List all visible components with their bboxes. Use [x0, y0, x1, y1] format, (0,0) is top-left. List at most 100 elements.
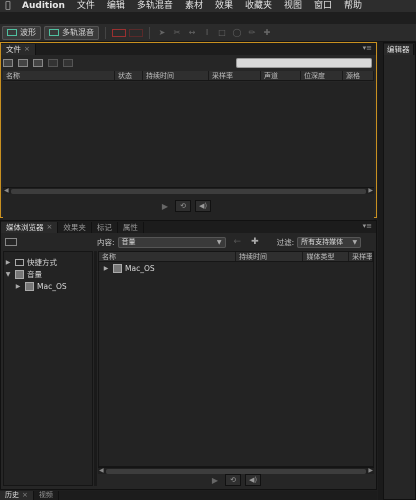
time-selection-tool-icon[interactable]: I: [201, 28, 213, 38]
menu-multitrack[interactable]: 多轨混音: [131, 0, 179, 12]
menu-file[interactable]: 文件: [71, 0, 101, 12]
tree-item-shortcuts[interactable]: ▶ 快捷方式: [4, 256, 92, 268]
menu-clip[interactable]: 素材: [179, 0, 209, 12]
content-label: 内容:: [97, 237, 115, 247]
scroll-right-icon[interactable]: ▶: [368, 467, 373, 474]
tab-properties[interactable]: 属性: [118, 222, 144, 233]
files-preview-controls: ▶ ⟲ ◀): [159, 200, 211, 212]
column-header-bit-depth[interactable]: 位深度: [301, 71, 343, 80]
column-header-duration[interactable]: 持续时间: [236, 252, 304, 261]
media-list-header: 名称 持续时间 媒体类型 采样率: [99, 252, 373, 262]
slip-tool-icon[interactable]: ↔: [186, 28, 198, 38]
editor-panel: 编辑器: [383, 42, 416, 500]
close-icon[interactable]: ×: [22, 491, 28, 500]
list-item[interactable]: ▶ Mac_OS: [99, 262, 373, 274]
toolbar-divider: [149, 26, 150, 39]
media-content-bar: 内容: 音量 ▼ ← ✚ 过滤: 所有支持媒体 ▼: [1, 235, 376, 249]
apple-icon[interactable]: : [0, 1, 16, 11]
loop-icon[interactable]: ⟲: [225, 474, 241, 486]
import-file-icon[interactable]: [18, 59, 28, 67]
toolbar-divider: [105, 26, 106, 39]
column-header-media-type[interactable]: 媒体类型: [303, 252, 350, 261]
chevron-down-icon: ▼: [216, 238, 222, 246]
media-browser-panel: 媒体浏览器 × 效果夹 标记 属性 ▾≡ 内容: 音量 ▼ ← ✚ 过滤: 所有…: [0, 220, 377, 490]
move-tool-icon[interactable]: ➤: [156, 28, 168, 38]
multitrack-icon: [49, 29, 59, 36]
tree-item-mac-os[interactable]: ▶ Mac_OS: [4, 280, 92, 292]
column-header-sample-rate[interactable]: 采样率: [349, 252, 373, 261]
close-icon[interactable]: ×: [47, 222, 53, 233]
tab-markers[interactable]: 标记: [92, 222, 118, 233]
column-header-status[interactable]: 状态: [115, 71, 143, 80]
tree-item-label: Mac_OS: [37, 281, 67, 291]
drive-icon[interactable]: [5, 238, 17, 246]
waveform-view-button[interactable]: 波形: [2, 25, 41, 40]
menu-help[interactable]: 帮助: [338, 0, 368, 12]
files-horizontal-scrollbar[interactable]: ◀ ▶: [3, 187, 374, 194]
panel-menu-icon[interactable]: ▾≡: [363, 222, 372, 230]
tree-item-volumes[interactable]: ▼ 音量: [4, 268, 92, 280]
bottom-panel-tabbar: 历史 × 视频: [0, 491, 377, 500]
tree-list-splitter[interactable]: [94, 251, 97, 486]
column-header-source-format[interactable]: 源格: [343, 71, 374, 80]
spectral-frequency-icon[interactable]: [112, 28, 126, 37]
panel-menu-icon[interactable]: ▾≡: [363, 44, 372, 52]
expand-triangle-icon[interactable]: ▶: [14, 283, 22, 290]
new-file-icon[interactable]: [33, 59, 43, 67]
scroll-left-icon[interactable]: ◀: [4, 187, 9, 194]
filter-label: 过滤:: [276, 237, 295, 247]
tab-video[interactable]: 视频: [34, 491, 59, 500]
media-horizontal-scrollbar[interactable]: ◀ ▶: [98, 467, 374, 474]
tab-editor[interactable]: 编辑器: [384, 44, 414, 55]
razor-tool-icon[interactable]: ✂: [171, 28, 183, 38]
tab-history[interactable]: 历史 ×: [0, 491, 34, 500]
play-icon[interactable]: ▶: [209, 476, 221, 485]
tab-effects-rack[interactable]: 效果夹: [58, 222, 92, 233]
tab-media-browser-label: 媒体浏览器: [6, 223, 44, 232]
filter-dropdown[interactable]: 所有支持媒体 ▼: [297, 236, 362, 248]
column-header-name[interactable]: 名称: [3, 71, 115, 80]
column-header-duration[interactable]: 持续时间: [143, 71, 209, 80]
menu-app-name[interactable]: Audition: [16, 0, 71, 12]
spectral-pitch-icon[interactable]: [129, 28, 143, 37]
volume-icon[interactable]: ◀): [195, 200, 211, 212]
spot-healing-tool-icon[interactable]: ✚: [261, 28, 273, 38]
filter-dropdown-value: 所有支持媒体: [301, 238, 344, 246]
multitrack-view-button[interactable]: 多轨混音: [44, 25, 99, 40]
tab-media-browser[interactable]: 媒体浏览器 ×: [1, 222, 59, 233]
chevron-down-icon: ▼: [352, 238, 358, 246]
column-header-sample-rate[interactable]: 采样率: [209, 71, 261, 80]
files-search-input[interactable]: [236, 58, 372, 68]
column-header-name[interactable]: 名称: [99, 252, 236, 261]
menu-edit[interactable]: 编辑: [101, 0, 131, 12]
play-icon[interactable]: ▶: [159, 202, 171, 211]
tab-files[interactable]: 文件 ×: [1, 44, 36, 55]
collapse-triangle-icon[interactable]: ▼: [4, 271, 12, 278]
brush-tool-icon[interactable]: ✏: [246, 28, 258, 38]
media-preview-controls: ▶ ⟲ ◀): [209, 474, 261, 486]
menu-favorites[interactable]: 收藏夹: [239, 0, 278, 12]
lasso-tool-icon[interactable]: ◯: [231, 28, 243, 38]
scrollbar-thumb[interactable]: [11, 189, 366, 194]
insert-into-multitrack-icon[interactable]: [48, 59, 58, 67]
expand-triangle-icon[interactable]: ▶: [4, 259, 12, 266]
editor-tabbar: 编辑器: [384, 43, 415, 55]
add-shortcut-icon[interactable]: ✚: [251, 237, 259, 247]
tab-history-label: 历史: [5, 491, 19, 499]
tree-item-label: 快捷方式: [27, 257, 57, 267]
marquee-tool-icon[interactable]: □: [216, 28, 228, 38]
menu-view[interactable]: 视图: [278, 0, 308, 12]
open-folder-icon[interactable]: [3, 59, 13, 67]
close-icon[interactable]: ×: [24, 44, 30, 55]
close-file-icon[interactable]: [63, 59, 73, 67]
back-arrow-icon[interactable]: ←: [234, 237, 242, 247]
menu-effects[interactable]: 效果: [209, 0, 239, 12]
content-dropdown[interactable]: 音量 ▼: [117, 236, 226, 248]
volume-icon[interactable]: ◀): [245, 474, 261, 486]
scroll-left-icon[interactable]: ◀: [99, 467, 104, 474]
menu-window[interactable]: 窗口: [308, 0, 338, 12]
loop-icon[interactable]: ⟲: [175, 200, 191, 212]
scroll-right-icon[interactable]: ▶: [368, 187, 373, 194]
column-header-channels[interactable]: 声道: [261, 71, 301, 80]
expand-triangle-icon[interactable]: ▶: [102, 265, 110, 272]
